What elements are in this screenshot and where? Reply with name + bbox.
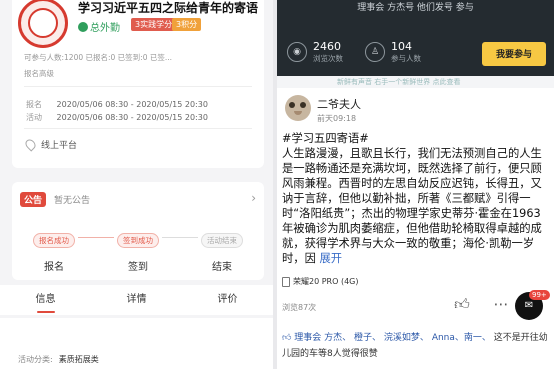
divider xyxy=(24,86,252,87)
header-subtitle: 理事会 方杰号 他们发号 参与 xyxy=(357,3,474,13)
post-hashtag[interactable]: #学习五四寄语# xyxy=(282,131,550,146)
activity-time-row: 活动 2020/05/06 08:30 - 2020/05/15 20:30 xyxy=(26,112,208,123)
location-pin-icon xyxy=(23,137,38,152)
comment-icon[interactable]: ⋯ xyxy=(492,295,510,313)
promo-banner[interactable]: 新鲜有声音 右手一个新鲜世界 点此查看 xyxy=(277,76,554,88)
avatar[interactable] xyxy=(285,95,311,121)
notice-tag: 公告 xyxy=(20,192,47,207)
score-badge: 3积分 xyxy=(172,18,202,31)
step-end: 活动结束 结束 xyxy=(192,228,252,273)
views-count: 2460 xyxy=(313,40,341,53)
org-logo xyxy=(18,0,68,48)
divider xyxy=(24,128,252,129)
activity-time-label: 活动 xyxy=(26,113,42,122)
post-body: 人生路漫漫，且歌且长行，我们无法预测自己的人生是一路畅通还是充满坎坷，既然选择了… xyxy=(282,147,542,265)
credit-badge: 3实践学分 xyxy=(131,18,177,31)
person-icon: ♙ xyxy=(365,42,385,62)
post-content: #学习五四寄语# 人生路漫漫，且歌且长行，我们无法预测自己的人生是一路畅通还是充… xyxy=(282,131,550,266)
detail-tabs: 信息 详情 评价 xyxy=(0,285,273,315)
org-name[interactable]: 总外勤 xyxy=(78,19,120,34)
like-icon[interactable]: 👍︎ xyxy=(453,295,471,313)
step-signin: 签到成功 签到 xyxy=(108,228,168,273)
eye-icon: ◉ xyxy=(287,42,307,62)
notice-text: 暂无公告 xyxy=(54,196,91,206)
post-panel: 理事会 方杰号 他们发号 参与 ◉ 2460 浏览次数 ♙ 104 参与人数 我… xyxy=(277,0,554,369)
post-time: 前天09:18 xyxy=(317,114,357,123)
likes-list: 👍︎ 理事会 方杰、 橙子、 浣溪如梦、 Anna、南一、 这不是开往幼儿园的车… xyxy=(282,333,548,359)
participants-label: 参与人数 xyxy=(391,54,421,63)
notification-badge: 99+ xyxy=(529,290,550,300)
tab-info[interactable]: 信息 xyxy=(0,285,91,315)
device-name: 荣耀20 PRO (4G) xyxy=(293,277,359,286)
step-status: 报名成功 xyxy=(33,233,75,248)
platform-label: 线上平台 xyxy=(41,141,78,151)
activity-header-card: 学习习近平五四之际给青年的寄语 总外勤 3实践学分 3积分 可参与人数:1200… xyxy=(12,0,264,168)
step-label: 结束 xyxy=(212,262,232,273)
liker[interactable]: 理事会 方杰、 xyxy=(294,333,351,343)
registration-level: 报名高级 xyxy=(24,69,54,78)
like-icon-small: 👍︎ xyxy=(282,333,295,343)
step-status: 签到成功 xyxy=(117,233,159,248)
registration-time-row: 报名 2020/05/06 08:30 - 2020/05/15 20:30 xyxy=(26,99,208,110)
step-label: 报名 xyxy=(44,262,64,273)
step-register: 报名成功 报名 xyxy=(24,228,84,273)
tab-reviews[interactable]: 评价 xyxy=(182,285,273,315)
info-section: 活动分类: 素质拓展类 xyxy=(0,318,273,369)
notice-card: 公告 暂无公告 › 报名成功 报名 签到成功 签到 活动结束 结束 xyxy=(12,182,264,280)
post-views: 浏览87次 xyxy=(282,303,317,312)
liker[interactable]: Anna、南一、 xyxy=(432,333,491,343)
device-info: 荣耀20 PRO (4G) xyxy=(282,276,358,287)
org-icon xyxy=(78,21,88,32)
topic-header: 理事会 方杰号 他们发号 参与 ◉ 2460 浏览次数 ♙ 104 参与人数 我… xyxy=(277,0,554,76)
liker[interactable]: 浣溪如梦、 xyxy=(384,333,429,343)
username[interactable]: 二爷夫人 xyxy=(317,96,361,112)
participation-stats: 可参与人数:1200 已报名:0 已签到:0 已签... xyxy=(24,53,173,62)
step-status: 活动结束 xyxy=(201,233,243,248)
views-label: 浏览次数 xyxy=(313,54,343,63)
step-label: 签到 xyxy=(128,262,148,273)
join-button[interactable]: 我要参与 xyxy=(482,42,546,66)
category-label: 活动分类: xyxy=(18,355,53,364)
participants-stat: ♙ 104 参与人数 xyxy=(365,40,421,64)
phone-icon xyxy=(282,276,290,287)
tab-details[interactable]: 详情 xyxy=(91,285,182,315)
expand-link[interactable]: 展开 xyxy=(320,252,343,265)
views-stat: ◉ 2460 浏览次数 xyxy=(287,40,343,64)
liker[interactable]: 橙子 xyxy=(354,333,372,343)
platform-row: 线上平台 xyxy=(23,137,78,152)
category-row: 活动分类: 素质拓展类 xyxy=(18,354,99,365)
activity-title: 学习习近平五四之际给青年的寄语 xyxy=(78,1,259,15)
org-label: 总外勤 xyxy=(90,23,120,34)
activity-time-value: 2020/05/06 08:30 - 2020/05/15 20:30 xyxy=(56,113,208,122)
activity-detail-panel: 学习习近平五四之际给青年的寄语 总外勤 3实践学分 3积分 可参与人数:1200… xyxy=(0,0,273,369)
registration-time-label: 报名 xyxy=(26,100,42,109)
category-value: 素质拓展类 xyxy=(58,355,99,364)
participants-count: 104 xyxy=(391,40,412,53)
chevron-right-icon[interactable]: › xyxy=(251,191,256,205)
registration-time-value: 2020/05/06 08:30 - 2020/05/15 20:30 xyxy=(56,100,208,109)
